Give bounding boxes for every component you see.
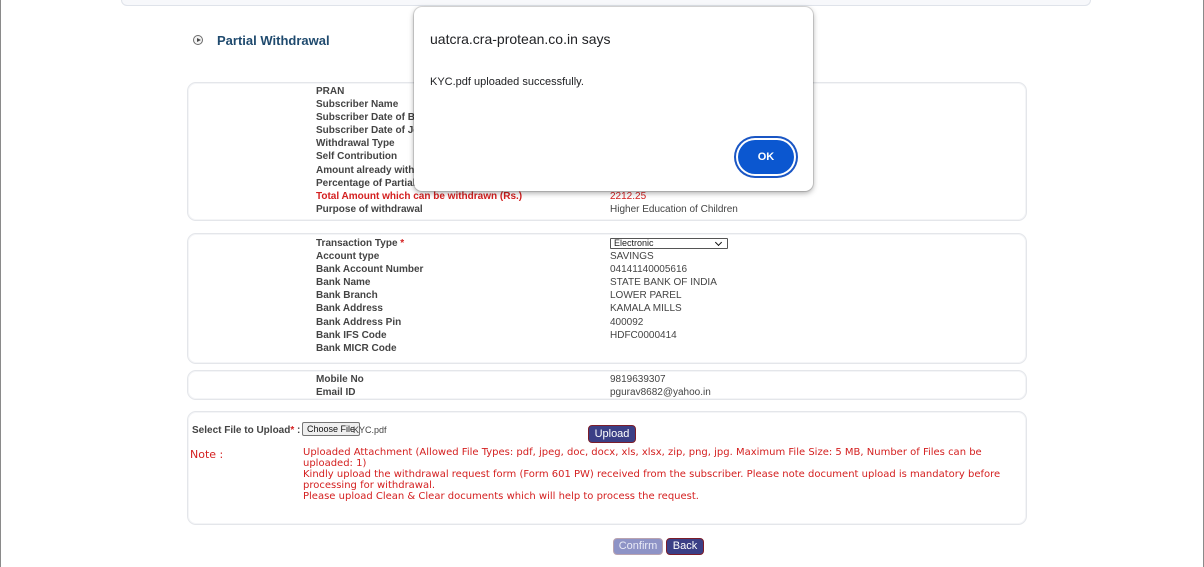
bank-row-address: Bank Address KAMALA MILLS xyxy=(316,303,682,315)
contact-row-email: Email ID pgurav8682@yahoo.in xyxy=(316,387,711,399)
contact-details-panel: Mobile No 9819639307 Email ID pgurav8682@y… xyxy=(187,370,1027,400)
page-title: Partial Withdrawal xyxy=(217,32,330,48)
upload-panel: Select File to Upload* : Choose File KYC… xyxy=(187,411,1027,525)
dialog-message: KYC.pdf uploaded successfully. xyxy=(430,76,584,88)
bank-row-bank-name: Bank Name STATE BANK OF INDIA xyxy=(316,277,717,289)
bank-row-account-type: Account type SAVINGS xyxy=(316,251,654,263)
play-bullet-icon xyxy=(193,35,203,45)
bank-row-address-pin: Bank Address Pin 400092 xyxy=(316,316,644,328)
upload-label: Select File to Upload* : xyxy=(192,425,301,436)
note-clean-documents: Please upload Clean & Clear documents wh… xyxy=(303,491,699,502)
alert-dialog: uatcra.cra-protean.co.in says KYC.pdf up… xyxy=(414,7,813,191)
transaction-type-row: Transaction Type * Electronic xyxy=(316,237,1016,250)
dialog-title: uatcra.cra-protean.co.in says xyxy=(430,31,611,47)
confirm-button[interactable]: Confirm xyxy=(613,538,663,555)
transaction-type-label: Transaction Type xyxy=(316,238,398,249)
upload-notes: Uploaded Attachment (Allowed File Types:… xyxy=(303,447,1023,502)
note-form-requirement: Kindly upload the withdrawal request for… xyxy=(303,469,1001,491)
chevron-down-icon xyxy=(714,238,723,246)
note-label: Note : xyxy=(190,448,224,461)
bank-row-ifs-code: Bank IFS Code HDFC0000414 xyxy=(316,329,677,341)
upload-button[interactable]: Upload xyxy=(588,425,636,443)
page-header: Partial Withdrawal xyxy=(193,30,330,50)
transaction-type-select[interactable]: Electronic xyxy=(610,238,728,249)
top-frame-strip xyxy=(121,0,1091,6)
bank-row-account-number: Bank Account Number 04141140005616 xyxy=(316,264,688,276)
note-allowed-types: Uploaded Attachment (Allowed File Types:… xyxy=(303,447,982,469)
back-button[interactable]: Back xyxy=(666,538,704,555)
ok-button[interactable]: OK xyxy=(738,140,794,174)
selected-file-name: KYC.pdf xyxy=(353,425,387,435)
bank-row-micr-code: Bank MICR Code xyxy=(316,342,397,354)
choose-file-button[interactable]: Choose File xyxy=(302,422,361,436)
required-mark: * xyxy=(400,238,405,249)
detail-row-purpose: Purpose of withdrawal Higher Education of… xyxy=(316,203,738,215)
action-buttons: Confirm Back xyxy=(613,538,704,555)
contact-row-mobile: Mobile No 9819639307 xyxy=(316,374,666,385)
detail-row-total-withdrawable: Total Amount which can be withdrawn (Rs.… xyxy=(316,190,647,202)
bank-row-branch: Bank Branch LOWER PAREL xyxy=(316,290,682,302)
bank-details-panel: Transaction Type * Electronic Account ty… xyxy=(187,233,1027,364)
